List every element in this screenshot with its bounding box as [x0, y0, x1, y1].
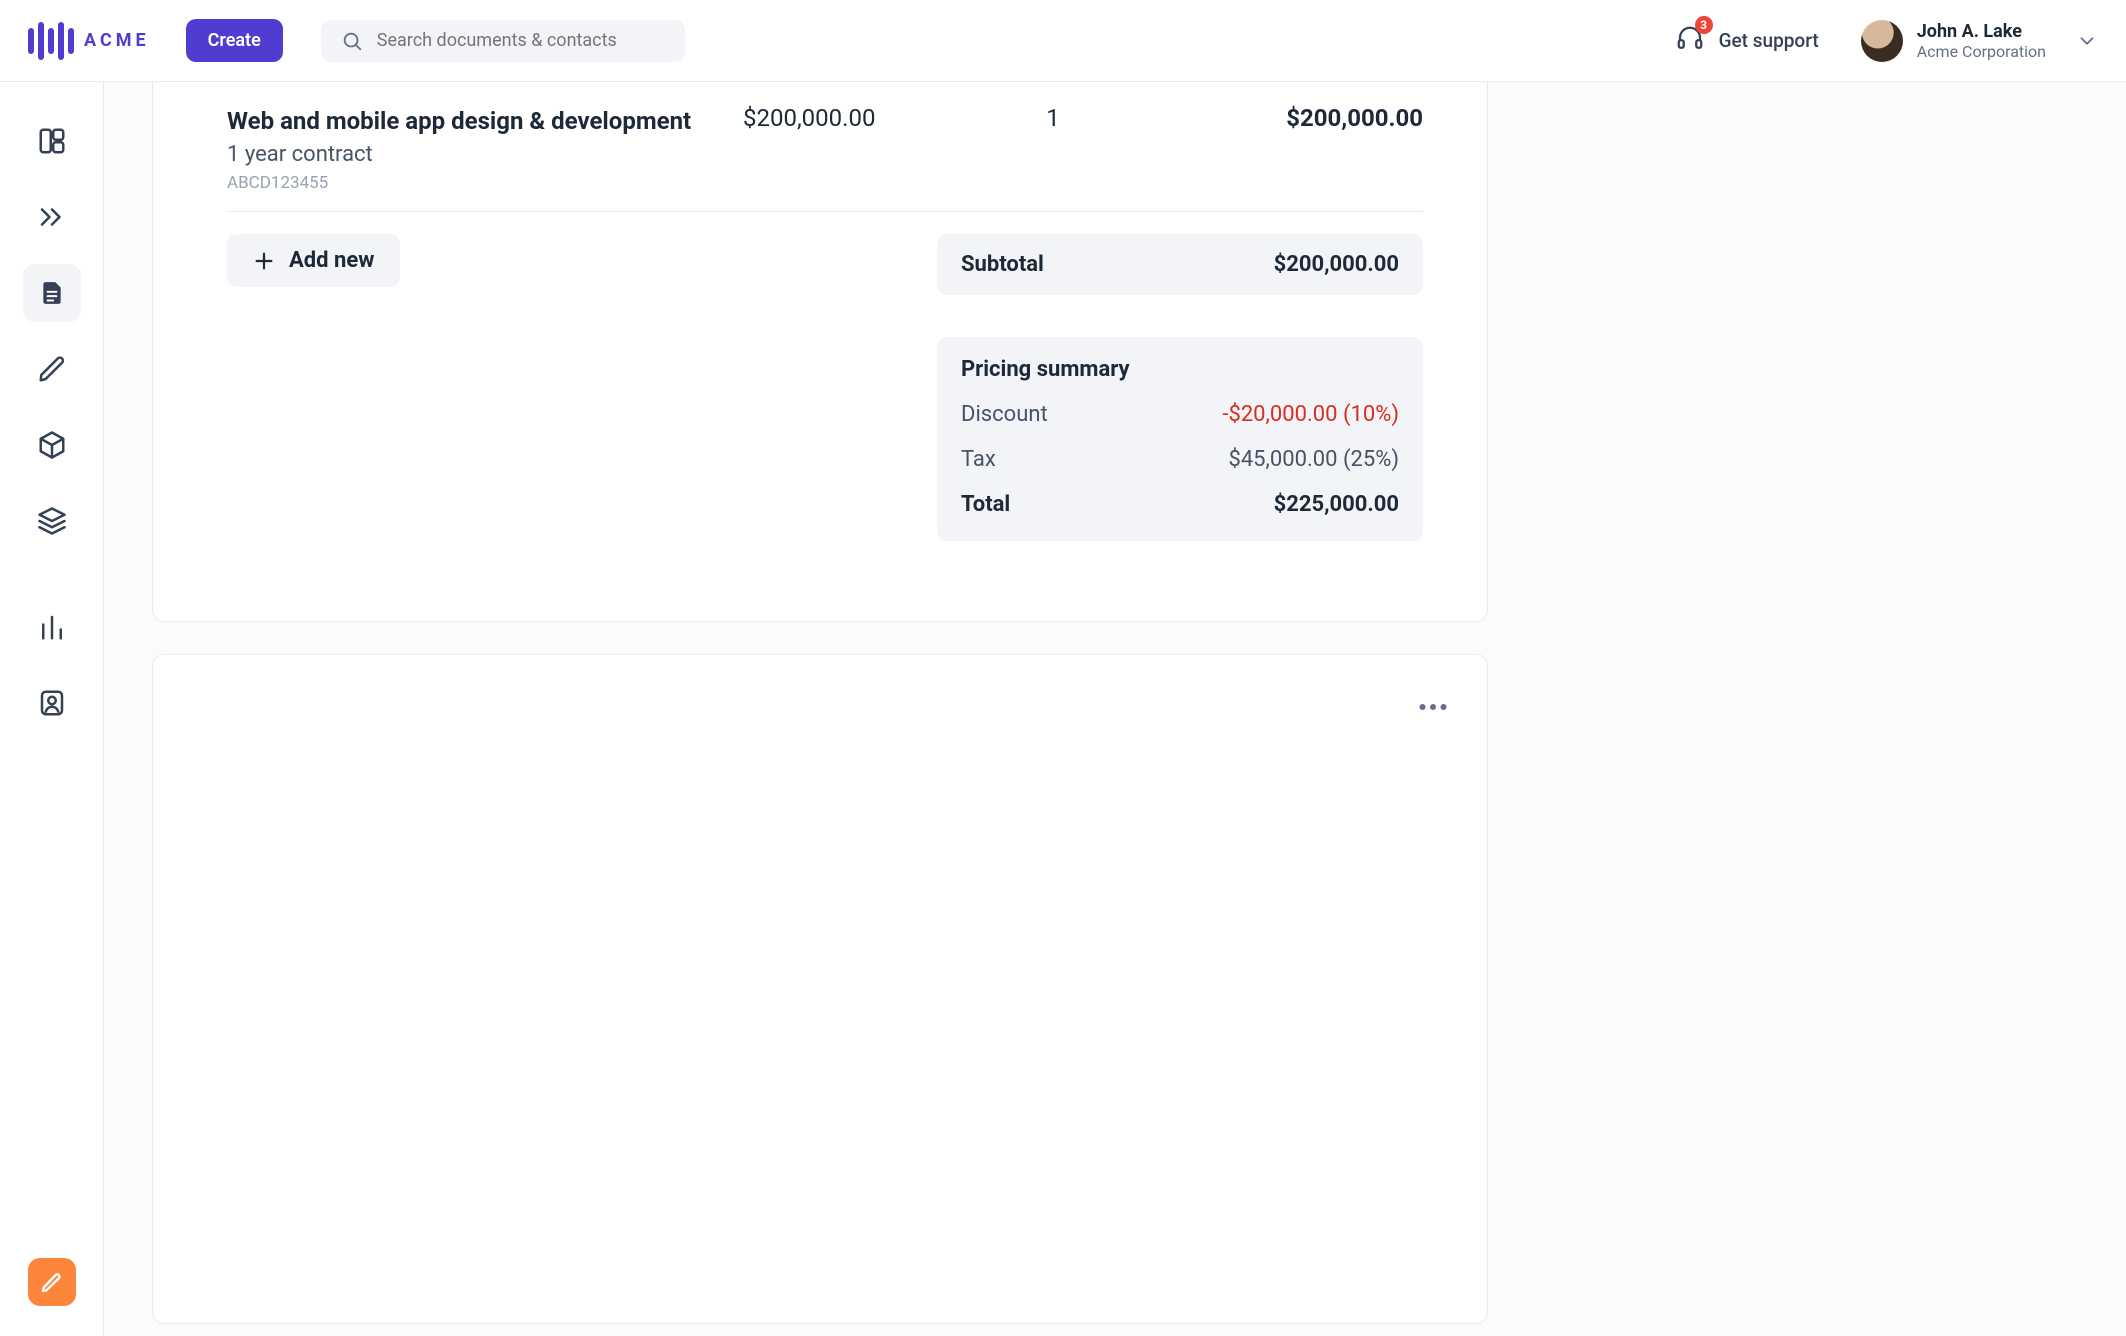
- line-item: Web and mobile app design & development …: [227, 104, 1423, 211]
- sidebar-sign[interactable]: [23, 340, 81, 398]
- chart-icon: [37, 612, 67, 642]
- main-area: Web and mobile app design & development …: [104, 82, 2126, 1336]
- search-box[interactable]: [321, 20, 685, 62]
- divider: [227, 211, 1423, 212]
- line-item-qty: 1: [963, 104, 1143, 132]
- pen-edit-icon: [40, 1270, 64, 1294]
- total-row: Total $225,000.00: [961, 492, 1399, 517]
- sidebar: [0, 82, 104, 1336]
- contact-icon: [37, 688, 67, 718]
- pricing-card: Web and mobile app design & development …: [152, 82, 1488, 622]
- line-item-price: $200,000.00: [743, 104, 963, 132]
- tax-value: $45,000.00 (25%): [1228, 447, 1399, 472]
- user-menu[interactable]: John A. Lake Acme Corporation: [1861, 20, 2098, 62]
- sidebar-templates[interactable]: [23, 492, 81, 550]
- logo-mark: [28, 22, 74, 60]
- more-horizontal-icon: [1415, 689, 1451, 725]
- search-input[interactable]: [377, 30, 665, 51]
- subtotal-value: $200,000.00: [1274, 252, 1399, 277]
- search-icon: [341, 30, 363, 52]
- tax-row: Tax $45,000.00 (25%): [961, 447, 1399, 472]
- plus-icon: [253, 250, 275, 272]
- pricing-summary-heading: Pricing summary: [961, 357, 1399, 382]
- brand-text: ACME: [84, 30, 150, 51]
- sidebar-documents[interactable]: [23, 264, 81, 322]
- card-more-button[interactable]: [1415, 689, 1451, 729]
- sidebar-reports[interactable]: [23, 598, 81, 656]
- avatar: [1861, 20, 1903, 62]
- line-item-subtitle: 1 year contract: [227, 142, 743, 167]
- summary: Subtotal $200,000.00 Pricing summary Dis…: [937, 234, 1423, 541]
- get-support-label: Get support: [1719, 29, 1819, 52]
- user-name: John A. Lake: [1917, 21, 2046, 42]
- sidebar-pipeline[interactable]: [23, 188, 81, 246]
- pricing-summary-box: Pricing summary Discount -$20,000.00 (10…: [937, 337, 1423, 541]
- total-value: $225,000.00: [1274, 492, 1399, 517]
- subtotal-row: Subtotal $200,000.00: [937, 234, 1423, 295]
- get-support[interactable]: 3 Get support: [1675, 24, 1819, 58]
- add-new-label: Add new: [289, 248, 374, 273]
- pen-icon: [37, 354, 67, 384]
- document-icon: [39, 280, 65, 306]
- notification-badge: 3: [1695, 16, 1713, 34]
- create-button[interactable]: Create: [186, 19, 283, 62]
- discount-value: -$20,000.00 (10%): [1222, 402, 1399, 427]
- line-item-title: Web and mobile app design & development: [227, 104, 743, 138]
- sidebar-products[interactable]: [23, 416, 81, 474]
- headset-icon: 3: [1675, 24, 1705, 58]
- line-item-code: ABCD123455: [227, 173, 743, 193]
- add-new-button[interactable]: Add new: [227, 234, 400, 287]
- pipeline-icon: [37, 202, 67, 232]
- top-bar: ACME Create 3 Get support John A. Lake A…: [0, 0, 2126, 82]
- tax-label: Tax: [961, 447, 996, 472]
- cube-icon: [37, 430, 67, 460]
- dashboard-icon: [37, 126, 67, 156]
- total-label: Total: [961, 492, 1010, 517]
- subtotal-label: Subtotal: [961, 252, 1044, 277]
- empty-content-card: [152, 654, 1488, 1324]
- brand-logo[interactable]: ACME: [28, 22, 150, 60]
- sidebar-quick-create[interactable]: [28, 1258, 76, 1306]
- user-org: Acme Corporation: [1917, 42, 2046, 61]
- line-item-total: $200,000.00: [1143, 104, 1423, 132]
- chevron-down-icon: [2076, 30, 2098, 52]
- discount-row: Discount -$20,000.00 (10%): [961, 402, 1399, 427]
- layers-icon: [37, 506, 67, 536]
- discount-label: Discount: [961, 402, 1048, 427]
- sidebar-contacts[interactable]: [23, 674, 81, 732]
- sidebar-dashboard[interactable]: [23, 112, 81, 170]
